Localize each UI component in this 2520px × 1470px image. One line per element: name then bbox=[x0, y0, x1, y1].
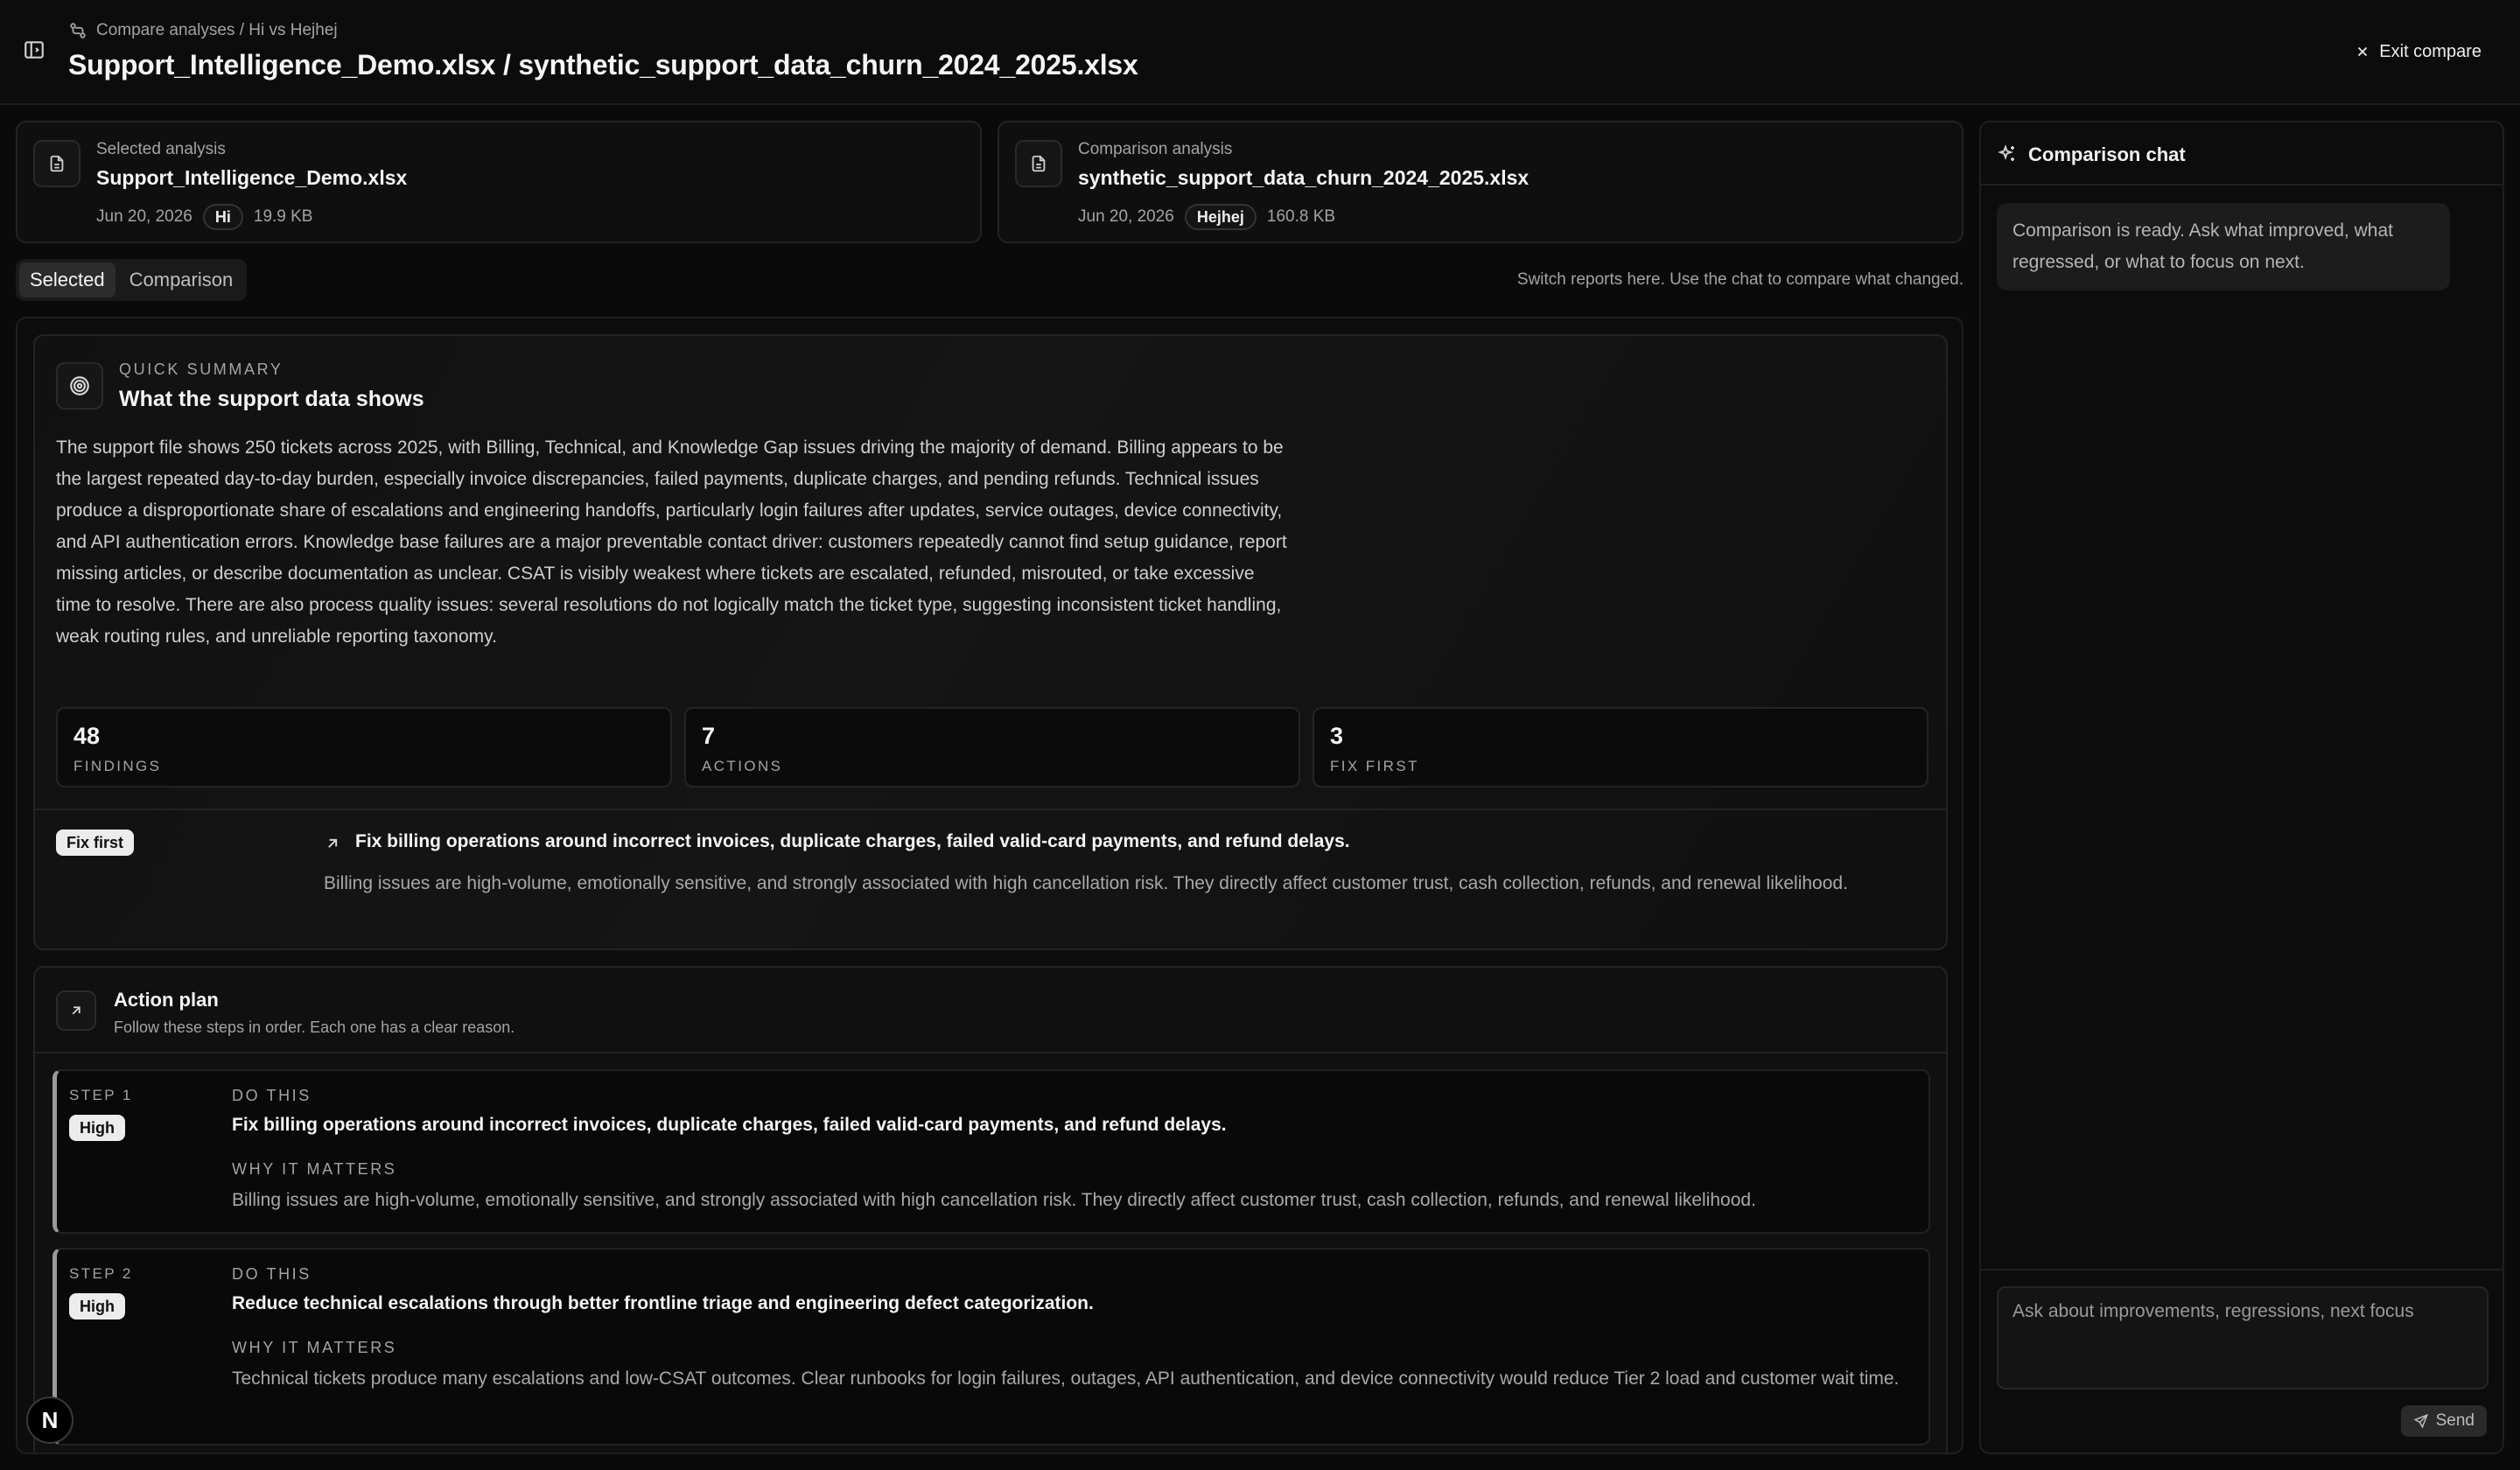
report-tabs: Selected Comparison bbox=[16, 259, 248, 301]
stat-actions: 7 ACTIONS bbox=[684, 707, 1300, 788]
document-icon bbox=[1015, 140, 1062, 187]
top-bar: Compare analyses / Hi vs Hejhej Support_… bbox=[0, 0, 2520, 105]
stat-findings: 48 FINDINGS bbox=[56, 707, 672, 788]
chat-title: Comparison chat bbox=[2028, 144, 2186, 165]
do-this-label: DO THIS bbox=[232, 1265, 312, 1283]
summary-title: What the support data shows bbox=[119, 387, 424, 411]
comparison-chat-panel: Comparison chat Comparison is ready. Ask… bbox=[1979, 121, 2504, 1454]
chat-input[interactable] bbox=[1997, 1286, 2488, 1390]
step-number: STEP 2 bbox=[69, 1265, 133, 1282]
fix-first-badge: Fix first bbox=[56, 830, 135, 856]
stat-value: 48 bbox=[74, 723, 101, 749]
close-icon bbox=[2355, 44, 2370, 60]
comparison-analysis-meta: Jun 20, 2026 Hejhej 160.8 KB bbox=[1078, 203, 1335, 231]
comparison-analysis-kind: Comparison analysis bbox=[1078, 140, 1233, 158]
target-icon bbox=[56, 362, 103, 410]
arrow-up-right-icon bbox=[56, 990, 96, 1031]
comparison-analysis-date: Jun 20, 2026 bbox=[1078, 207, 1174, 226]
send-button[interactable]: Send bbox=[2400, 1405, 2487, 1437]
sparkle-icon bbox=[1997, 144, 2018, 164]
tab-comparison[interactable]: Comparison bbox=[119, 262, 244, 298]
action-step[interactable]: STEP 1 High DO THIS Fix billing operatio… bbox=[52, 1069, 1930, 1234]
do-this-label: DO THIS bbox=[232, 1087, 312, 1104]
exit-compare-label: Exit compare bbox=[2379, 41, 2482, 61]
summary-divider bbox=[35, 808, 1946, 810]
selected-analysis-kind: Selected analysis bbox=[96, 140, 226, 158]
stat-label: ACTIONS bbox=[702, 758, 783, 774]
action-plan-subtitle: Follow these steps in order. Each one ha… bbox=[114, 1018, 515, 1036]
send-label: Send bbox=[2435, 1411, 2474, 1430]
compare-icon bbox=[68, 21, 88, 40]
summary-stats: 48 FINDINGS 7 ACTIONS 3 FIX FIRST bbox=[56, 707, 1928, 788]
page-title: Support_Intelligence_Demo.xlsx / synthet… bbox=[68, 49, 1138, 80]
chat-header: Comparison chat bbox=[1981, 122, 2502, 186]
step-reason: Billing issues are high-volume, emotiona… bbox=[232, 1190, 1756, 1210]
chat-message: Comparison is ready. Ask what improved, … bbox=[1997, 203, 2450, 290]
n-logo-badge[interactable]: N bbox=[26, 1396, 74, 1444]
action-plan-title: Action plan bbox=[114, 989, 219, 1011]
comparison-analysis-size: 160.8 KB bbox=[1266, 207, 1336, 226]
summary-body: The support file shows 250 tickets acros… bbox=[56, 438, 1287, 647]
step-action: Fix billing operations around incorrect … bbox=[232, 1115, 1227, 1135]
fix-first-body: Billing issues are high-volume, emotiona… bbox=[324, 873, 1848, 893]
exit-compare-button[interactable]: Exit compare bbox=[2355, 38, 2482, 65]
action-plan-card: Action plan Follow these steps in order.… bbox=[33, 966, 1948, 1452]
tab-selected[interactable]: Selected bbox=[19, 262, 116, 298]
stat-fix-first: 3 FIX FIRST bbox=[1312, 707, 1928, 788]
comparison-analysis-file-name: synthetic_support_data_churn_2024_2025.x… bbox=[1078, 166, 1530, 189]
breadcrumb: Compare analyses / Hi vs Hejhej bbox=[68, 19, 338, 42]
arrow-up-right-icon bbox=[324, 835, 341, 852]
selected-analysis-tag: Hi bbox=[202, 204, 243, 230]
switch-hint: Switch reports here. Use the chat to com… bbox=[1516, 270, 1964, 289]
fix-first-title: Fix billing operations around incorrect … bbox=[355, 831, 1350, 851]
why-it-matters-label: WHY IT MATTERS bbox=[232, 1339, 397, 1356]
document-icon bbox=[33, 140, 80, 187]
priority-badge: High bbox=[69, 1293, 125, 1320]
comparison-analysis-card[interactable]: Comparison analysis synthetic_support_da… bbox=[998, 121, 1964, 243]
selected-analysis-meta: Jun 20, 2026 Hi 19.9 KB bbox=[96, 203, 312, 231]
selected-analysis-card[interactable]: Selected analysis Support_Intelligence_D… bbox=[16, 121, 982, 243]
stat-value: 7 bbox=[702, 723, 716, 749]
step-action: Reduce technical escalations through bet… bbox=[232, 1293, 1094, 1313]
why-it-matters-label: WHY IT MATTERS bbox=[232, 1160, 397, 1178]
summary-eyebrow: QUICK SUMMARY bbox=[119, 360, 284, 378]
step-number: STEP 1 bbox=[69, 1087, 133, 1103]
step-reason: Technical tickets produce many escalatio… bbox=[232, 1368, 1900, 1389]
selected-analysis-file-name: Support_Intelligence_Demo.xlsx bbox=[96, 166, 408, 189]
stat-value: 3 bbox=[1330, 723, 1344, 749]
breadcrumb-text[interactable]: Compare analyses / Hi vs Hejhej bbox=[96, 21, 338, 40]
report-panel[interactable]: QUICK SUMMARY What the support data show… bbox=[16, 317, 1964, 1454]
comparison-analysis-tag: Hejhej bbox=[1184, 204, 1256, 230]
chat-footer-divider bbox=[1981, 1269, 2502, 1270]
stat-label: FINDINGS bbox=[74, 758, 162, 774]
quick-summary-card: QUICK SUMMARY What the support data show… bbox=[33, 334, 1948, 950]
send-icon bbox=[2413, 1413, 2429, 1429]
selected-analysis-date: Jun 20, 2026 bbox=[96, 207, 192, 226]
stat-label: FIX FIRST bbox=[1330, 758, 1419, 774]
priority-badge: High bbox=[69, 1115, 125, 1141]
sidebar-toggle-icon[interactable] bbox=[23, 38, 46, 61]
action-step[interactable]: STEP 2 High DO THIS Reduce technical esc… bbox=[52, 1248, 1930, 1446]
action-plan-divider bbox=[35, 1052, 1946, 1054]
selected-analysis-size: 19.9 KB bbox=[253, 207, 313, 226]
